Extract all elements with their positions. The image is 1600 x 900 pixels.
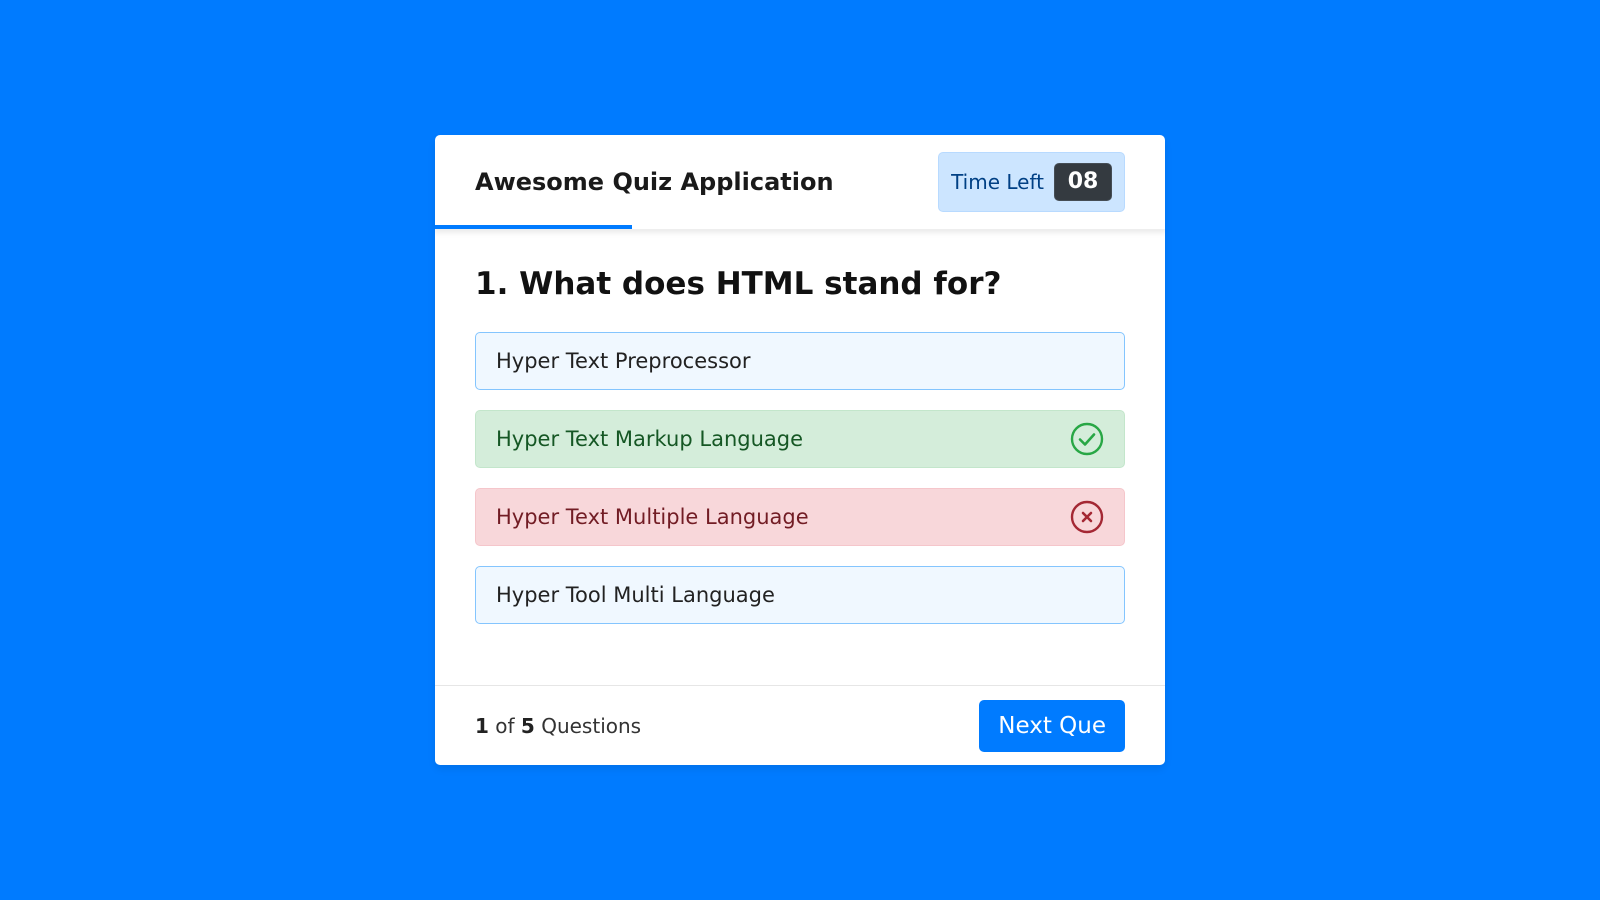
question-counter: 1 of 5 Questions xyxy=(475,714,641,738)
check-circle-icon xyxy=(1070,422,1104,456)
option-list: Hyper Text Preprocessor Hyper Text Marku… xyxy=(475,332,1125,644)
timer-label: Time Left xyxy=(951,170,1044,194)
time-progress-line xyxy=(435,225,633,229)
next-question-button[interactable]: Next Que xyxy=(979,699,1125,752)
question-text: 1. What does HTML stand for? xyxy=(475,266,1002,302)
timer-seconds: 08 xyxy=(1054,163,1112,201)
quiz-header: Awesome Quiz Application Time Left 08 xyxy=(435,135,1165,229)
quiz-box: Awesome Quiz Application Time Left 08 1.… xyxy=(435,135,1165,765)
current-question-number: 1 xyxy=(475,713,489,738)
quiz-footer: 1 of 5 Questions Next Que xyxy=(435,685,1165,765)
x-circle-icon xyxy=(1070,500,1104,534)
of-text: of xyxy=(495,713,515,738)
option-label: Hyper Tool Multi Language xyxy=(496,583,775,607)
total-questions-number: 5 xyxy=(520,713,535,738)
option-2-correct[interactable]: Hyper Text Markup Language xyxy=(475,410,1125,468)
option-label: Hyper Text Markup Language xyxy=(496,427,804,451)
timer: Time Left 08 xyxy=(938,152,1125,212)
page-background: { "colors": { "background": "#007bff", "… xyxy=(0,0,1600,900)
quiz-section: 1. What does HTML stand for? Hyper Text … xyxy=(435,229,1165,644)
questions-text: Questions xyxy=(541,713,642,738)
option-1[interactable]: Hyper Text Preprocessor xyxy=(475,332,1125,390)
option-3-incorrect[interactable]: Hyper Text Multiple Language xyxy=(475,488,1125,546)
option-label: Hyper Text Multiple Language xyxy=(496,505,809,529)
option-4[interactable]: Hyper Tool Multi Language xyxy=(475,566,1125,624)
app-title: Awesome Quiz Application xyxy=(475,168,834,196)
option-label: Hyper Text Preprocessor xyxy=(496,349,751,373)
